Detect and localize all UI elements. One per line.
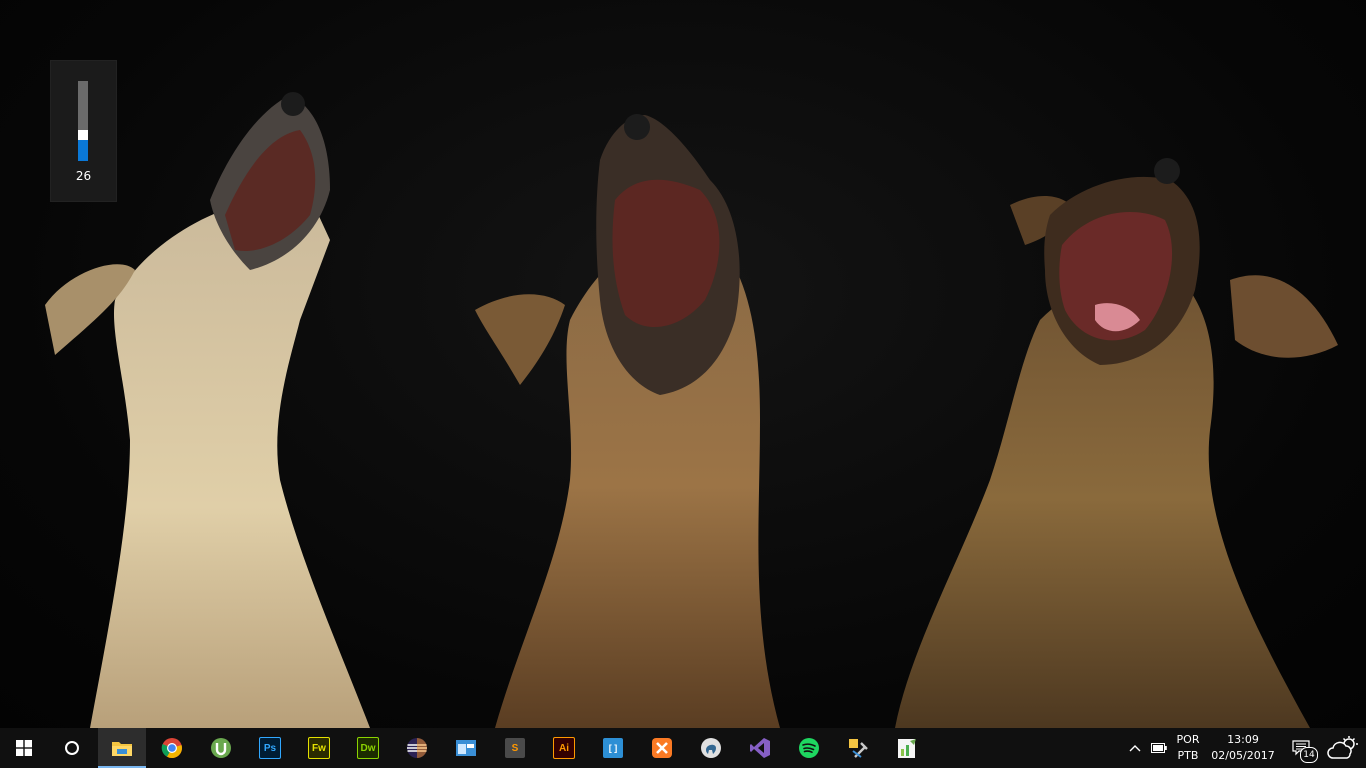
spotify-icon — [799, 738, 819, 758]
battery-status-button[interactable] — [1147, 728, 1171, 768]
taskbar-app-pgadmin[interactable] — [687, 728, 735, 768]
partly-cloudy-icon — [1327, 736, 1358, 759]
taskbar-app-illustrator[interactable]: Ai — [540, 728, 588, 768]
clock-button[interactable]: 13:09 02/05/2017 — [1207, 728, 1279, 768]
photoshop-icon: Ps — [259, 737, 281, 759]
taskbar-app-tools[interactable] — [834, 728, 882, 768]
tools-icon — [849, 739, 868, 758]
window-app-icon — [456, 740, 476, 756]
clock-date: 02/05/2017 — [1211, 749, 1275, 762]
keyboard-layout-code: PTB — [1177, 749, 1199, 762]
taskbar-app-notepad[interactable] — [883, 728, 931, 768]
fireworks-icon: Fw — [308, 737, 330, 759]
start-button[interactable] — [0, 728, 48, 768]
volume-flyout: 26 — [50, 60, 117, 202]
taskbar: Ps Fw Dw S Ai [ ] POR PTB 13:09 02/05/20… — [0, 728, 1366, 768]
windows-logo-icon — [16, 740, 32, 756]
volume-slider-thumb[interactable] — [78, 130, 88, 140]
dreamweaver-icon: Dw — [357, 737, 379, 759]
taskbar-app-dreamweaver[interactable]: Dw — [344, 728, 392, 768]
taskbar-app-visual-studio[interactable] — [736, 728, 784, 768]
xampp-icon — [652, 738, 672, 758]
visual-studio-icon — [750, 738, 770, 758]
taskbar-app-sublime-text[interactable]: S — [491, 728, 539, 768]
dog-middle — [475, 114, 780, 728]
brackets-icon: [ ] — [603, 738, 623, 758]
folder-icon — [112, 742, 132, 756]
action-center-button[interactable]: 14 — [1284, 728, 1318, 768]
volume-value-label: 26 — [75, 169, 92, 183]
sublime-icon: S — [505, 738, 525, 758]
taskbar-app-eclipse[interactable] — [393, 728, 441, 768]
clock-time: 13:09 — [1227, 733, 1259, 746]
taskbar-app-brackets[interactable]: [ ] — [589, 728, 637, 768]
taskbar-app-control-panel[interactable] — [442, 728, 490, 768]
taskbar-app-utorrent[interactable] — [197, 728, 245, 768]
volume-level-fill — [78, 140, 88, 161]
desktop-wallpaper — [0, 0, 1366, 728]
dogs-photo — [45, 92, 1338, 728]
illustrator-icon: Ai — [553, 737, 575, 759]
taskbar-app-xampp[interactable] — [638, 728, 686, 768]
dog-right — [895, 158, 1338, 728]
elephant-icon — [701, 738, 721, 758]
taskbar-app-file-explorer[interactable] — [98, 728, 146, 768]
battery-icon — [1151, 743, 1167, 753]
input-language-button[interactable]: POR PTB — [1171, 728, 1205, 768]
language-code: POR — [1176, 733, 1200, 746]
volume-slider[interactable] — [78, 81, 88, 161]
chevron-up-icon — [1129, 745, 1141, 752]
cortana-search-button[interactable] — [48, 728, 96, 768]
taskbar-app-spotify[interactable] — [785, 728, 833, 768]
taskbar-app-photoshop[interactable]: Ps — [246, 728, 294, 768]
weather-button[interactable] — [1322, 728, 1366, 768]
utorrent-icon — [211, 738, 231, 758]
eclipse-icon — [407, 738, 427, 758]
show-hidden-icons-button[interactable] — [1123, 728, 1147, 768]
notification-count-badge: 14 — [1300, 747, 1318, 763]
taskbar-app-fireworks[interactable]: Fw — [295, 728, 343, 768]
chrome-icon — [161, 738, 182, 759]
cortana-circle-icon — [65, 741, 79, 755]
notepad-chart-icon — [898, 739, 916, 758]
taskbar-app-chrome[interactable] — [148, 728, 196, 768]
